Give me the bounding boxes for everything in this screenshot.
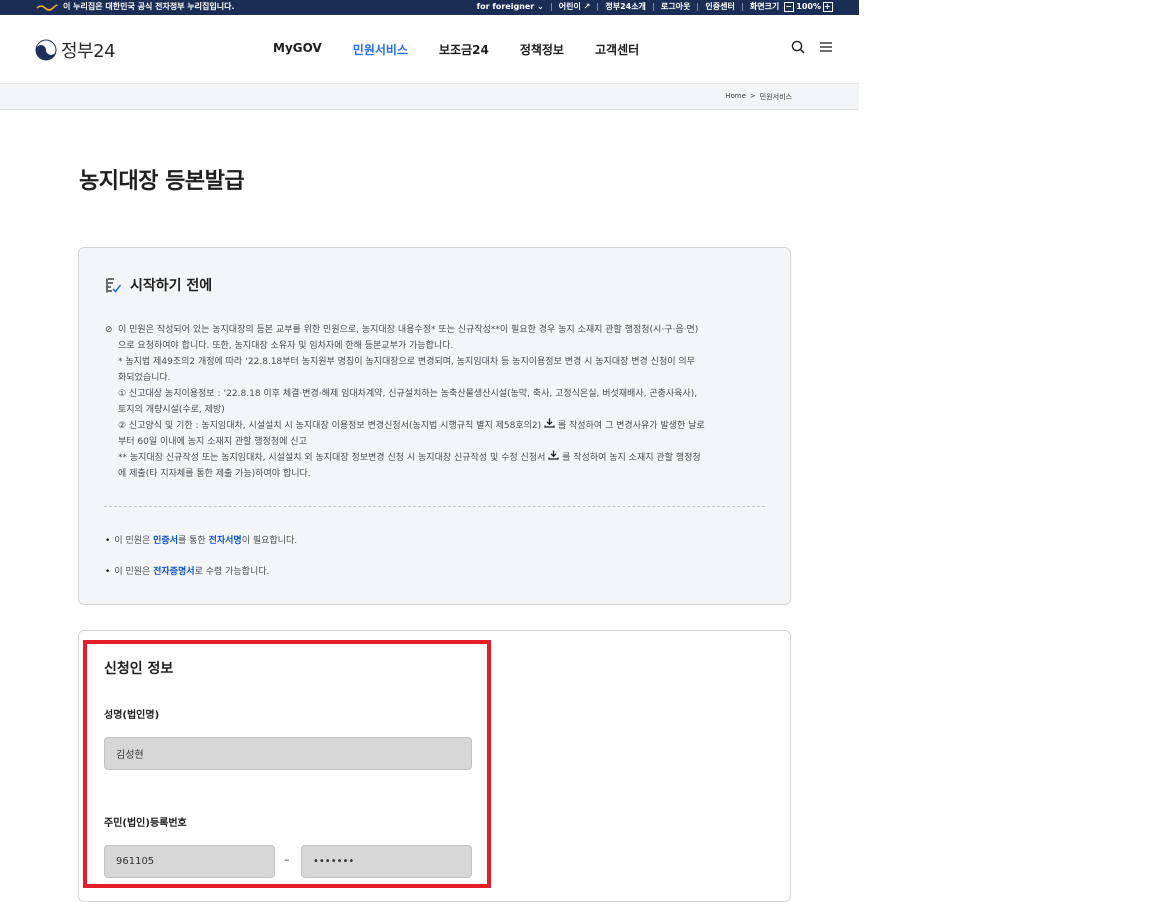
rrn-dash: – (284, 853, 290, 866)
nav-customer-center[interactable]: 고객센터 (595, 41, 639, 58)
bullet-icon: • (105, 536, 111, 546)
gov-notice: 이 누리집은 대한민국 공식 전자정부 누리집입니다. (36, 1, 235, 12)
notice-line: 화되었습니다. (118, 373, 171, 383)
font-size-label: 화면크기 (749, 2, 780, 11)
divider (697, 2, 699, 11)
notice-line: 에 제출(타 지자체를 통한 제출 가능)하여야 합니다. (118, 469, 311, 479)
main-nav: MyGOV 민원서비스 보조금24 정책정보 고객센터 (273, 41, 670, 58)
gov-banner: 이 누리집은 대한민국 공식 전자정부 누리집입니다. for foreigne… (0, 0, 859, 15)
nav-civil-service[interactable]: 민원서비스 (353, 41, 408, 58)
breadcrumb-home[interactable]: Home (725, 92, 746, 102)
kids-link[interactable]: 어린이 ↗ (559, 1, 591, 12)
zoom-in-button[interactable]: + (823, 1, 833, 12)
name-label: 성명(법인명) (104, 710, 160, 721)
utility-links: for foreigner ⌄ 어린이 ↗ 정부24소개 로그아웃 인증센터 화… (477, 1, 835, 12)
logout-link[interactable]: 로그아웃 (661, 1, 690, 12)
breadcrumb-separator: > (749, 92, 756, 100)
page: 이 누리집은 대한민국 공식 전자정부 누리집입니다. for foreigne… (0, 0, 859, 902)
breadcrumb-current[interactable]: 민원서비스 (760, 92, 792, 102)
logo-text: 정부24 (61, 41, 116, 62)
divider (597, 2, 599, 11)
about-link[interactable]: 정부24소개 (605, 1, 646, 12)
zoom-out-button[interactable]: − (784, 1, 795, 12)
nav-subsidy[interactable]: 보조금24 (439, 41, 489, 58)
applicant-heading: 신청인 정보 (104, 661, 174, 677)
gov-notice-text: 이 누리집은 대한민국 공식 전자정부 누리집입니다. (63, 2, 235, 11)
check-circle-icon: ⊘ (105, 325, 113, 335)
name-field[interactable]: 김성현 (104, 737, 472, 770)
document-check-icon (106, 277, 122, 293)
taegeuk-logo-icon (35, 39, 57, 61)
site-header: 정부24 MyGOV 민원서비스 보조금24 정책정보 고객센터 (0, 15, 859, 84)
rrn-front-value: 961105 (116, 856, 155, 867)
bullet-icon: • (105, 567, 111, 577)
before-start-title: 시작하기 전에 (130, 278, 213, 294)
ecert-note: • 이 민원은 전자증명서로 수령 가능합니다. (105, 567, 270, 577)
for-foreigner-link[interactable]: for foreigner ⌄ (477, 2, 544, 11)
notice-line: ② 신고양식 및 기한 : 농지임대차, 시설설치 시 농지대장 이용정보 변경… (105, 418, 771, 434)
ecert-term: 전자증명서 (153, 567, 195, 577)
dashed-divider (104, 506, 765, 507)
cert-note: • 이 민원은 인증서를 통한 전자서명이 필요합니다. (105, 536, 298, 546)
notice-line: ** 농지대장 신규작성 또는 농지임대차, 시설설치 외 농지대장 정보변경 … (105, 450, 771, 466)
search-icon[interactable] (791, 40, 805, 54)
nav-policy[interactable]: 정책정보 (520, 41, 564, 58)
name-value: 김성현 (116, 750, 144, 761)
before-start-heading: 시작하기 전에 (105, 275, 212, 295)
header-actions (791, 40, 833, 54)
notice-body: ⊘ 이 민원은 작성되어 있는 농지대장의 등본 교부를 위한 민원으로, 농지… (105, 322, 771, 482)
divider (550, 2, 552, 11)
rrn-back-field[interactable]: ••••••• (301, 845, 472, 878)
esign-term: 전자서명 (208, 536, 242, 546)
menu-icon[interactable] (819, 40, 833, 54)
rrn-front-field[interactable]: 961105 (104, 845, 275, 878)
divider (652, 2, 654, 11)
notice-line: 토지의 개량시설(수로, 제방) (118, 405, 225, 415)
cert-center-link[interactable]: 인증센터 (705, 1, 734, 12)
notice-line: 부터 60일 이내에 농지 소재지 관할 행정청에 신고 (118, 437, 307, 447)
before-start-box: 시작하기 전에 ⊘ 이 민원은 작성되어 있는 농지대장의 등본 교부를 위한 … (78, 247, 791, 605)
notice-line: 으로 요청하여야 합니다. 또한, 농지대장 소유자 및 임차자에 한해 등본교… (118, 341, 454, 351)
chevron-down-icon: ⌄ (537, 2, 544, 11)
notice-line: 이 민원은 작성되어 있는 농지대장의 등본 교부를 위한 민원으로, 농지대장… (118, 325, 699, 335)
cert-term: 인증서 (153, 536, 178, 546)
download-icon[interactable] (548, 450, 559, 460)
external-link-icon: ↗ (583, 2, 591, 11)
divider (741, 2, 743, 11)
gov-mark-icon (36, 4, 58, 11)
page-title: 농지대장 등본발급 (79, 169, 245, 194)
rrn-back-value: ••••••• (313, 856, 355, 867)
nav-mygov[interactable]: MyGOV (273, 41, 322, 58)
notice-line: ① 신고대상 농지이용정보 : ‘22.8.18 이후 체결·변경·해제 임대차… (118, 389, 698, 399)
rrn-label: 주민(법인)등록번호 (104, 818, 187, 829)
notice-line: * 농지법 제49조의2 개정에 따라 ‘22.8.18부터 농지원부 명칭이 … (118, 357, 695, 367)
logo[interactable]: 정부24 (35, 37, 116, 63)
download-icon[interactable] (544, 418, 555, 428)
zoom-value: 100% (796, 2, 821, 11)
breadcrumb: Home > 민원서비스 (0, 84, 859, 110)
